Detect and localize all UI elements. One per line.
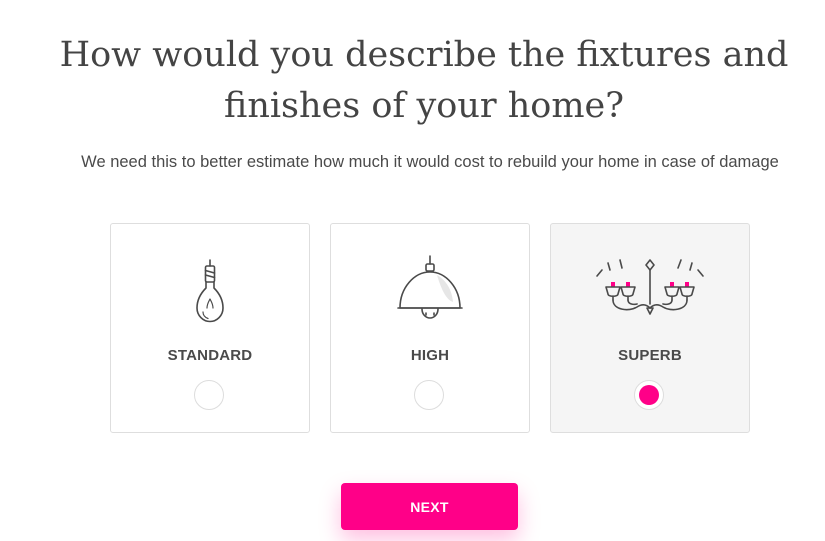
option-label-superb: SUPERB — [618, 347, 682, 364]
chandelier-icon — [551, 252, 749, 332]
option-label-high: HIGH — [410, 347, 450, 364]
radio-standard[interactable] — [194, 380, 224, 410]
light-bulb-icon — [111, 252, 309, 332]
page-title-line-1: How would you describe the fixtures and — [59, 35, 789, 75]
radio-selected-dot — [639, 385, 659, 405]
page-title: How would you describe the fixtures and … — [0, 30, 825, 132]
radio-superb[interactable] — [634, 380, 664, 410]
next-button[interactable]: NEXT — [341, 483, 518, 530]
option-card-high[interactable]: HIGH — [330, 223, 530, 433]
radio-high[interactable] — [414, 380, 444, 410]
pendant-lamp-icon — [331, 252, 529, 332]
option-card-standard[interactable]: STANDARD — [110, 223, 310, 433]
option-card-superb[interactable]: SUPERB — [550, 223, 750, 433]
option-cards: STANDARD HIGH SUPERB — [110, 223, 750, 433]
page-title-line-2: finishes of your home? — [223, 86, 625, 126]
option-label-standard: STANDARD — [167, 347, 253, 364]
page-subtitle: We need this to better estimate how much… — [81, 153, 779, 171]
